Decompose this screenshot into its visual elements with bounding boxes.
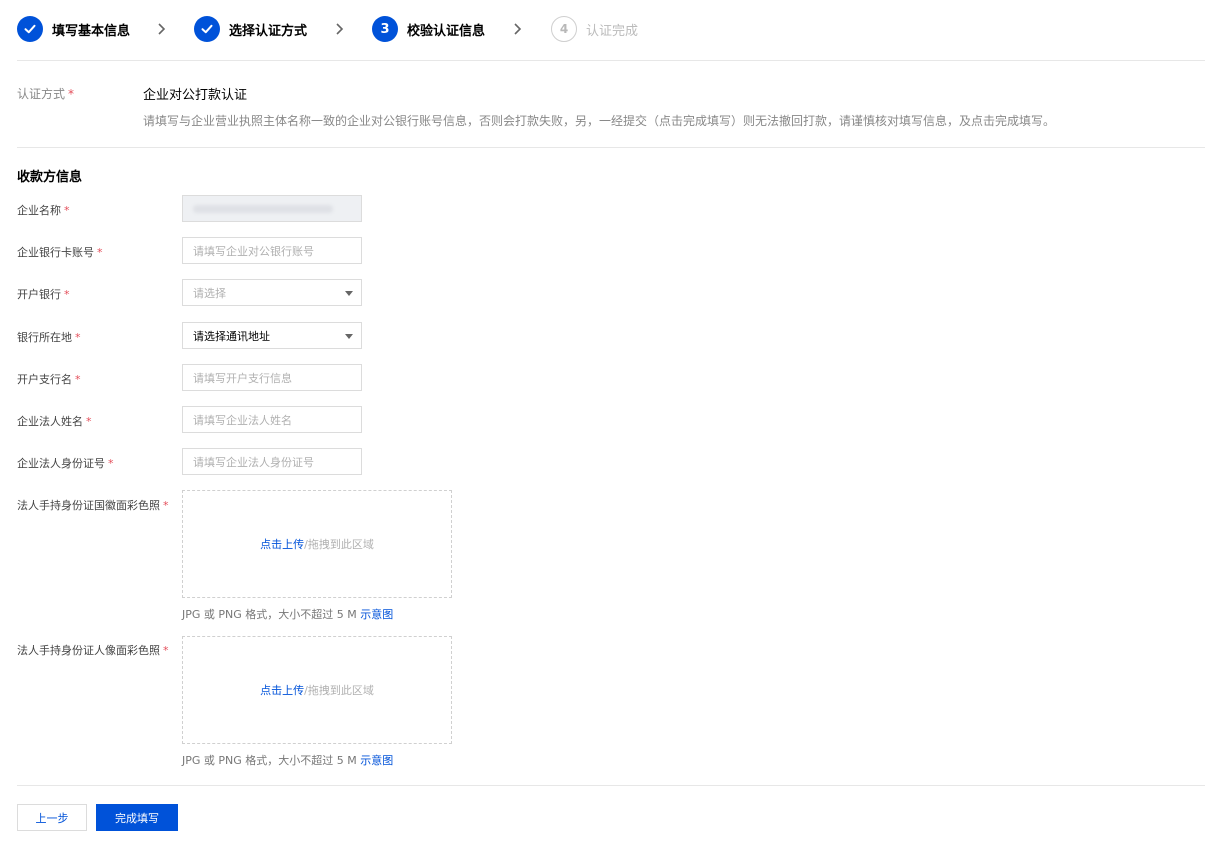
auth-method-label: 认证方式 * [17,87,75,101]
auth-method-value: 企业对公打款认证 [143,88,248,103]
company-name-label: 企业名称 * [17,204,70,217]
chevron-right-icon [158,23,166,35]
check-icon [17,16,43,42]
step-1-label: 填写基本信息 [52,23,131,39]
branch-input[interactable]: 请填写开户支行信息 [182,364,362,391]
submit-button[interactable]: 完成填写 [96,804,178,831]
step-3: 3 校验认证信息 [372,16,485,42]
legal-id-input[interactable]: 请填写企业法人身份证号 [182,448,362,475]
bank-select[interactable]: 请选择 [182,279,362,306]
legal-name-label: 企业法人姓名 * [17,415,92,428]
section-title: 收款方信息 [17,170,83,185]
step-4-label: 认证完成 [586,23,639,39]
legal-name-input[interactable]: 请填写企业法人姓名 [182,406,362,433]
portrait-photo-upload[interactable]: 点击上传/拖拽到此区域 [182,636,452,744]
sample-link[interactable]: 示意图 [360,608,393,621]
chevron-right-icon [514,23,522,35]
check-icon [194,16,220,42]
upload-hint: /拖拽到此区域 [304,684,374,697]
divider [17,147,1205,148]
divider [17,785,1205,786]
prev-step-button[interactable]: 上一步 [17,804,87,831]
step-1: 填写基本信息 [17,16,130,42]
upload-hint: /拖拽到此区域 [304,538,374,551]
caret-down-icon [345,334,353,339]
step-3-number: 3 [372,16,398,42]
sample-link[interactable]: 示意图 [360,754,393,767]
company-name-field [182,195,362,222]
redacted-value [193,204,333,213]
bank-account-input[interactable]: 请填写企业对公银行账号 [182,237,362,264]
upload-tip: JPG 或 PNG 格式，大小不超过 5 M 示意图 [182,754,394,767]
step-4: 4 认证完成 [551,16,638,42]
step-3-label: 校验认证信息 [407,23,486,39]
step-2: 选择认证方式 [194,16,307,42]
portrait-photo-label: 法人手持身份证人像面彩色照 * [17,644,169,657]
branch-label: 开户支行名 * [17,373,81,386]
chevron-right-icon [336,23,344,35]
bank-account-label: 企业银行卡账号 * [17,246,103,259]
bank-location-select[interactable]: 请选择通讯地址 [182,322,362,349]
step-2-label: 选择认证方式 [229,23,308,39]
bank-location-label: 银行所在地 * [17,331,81,344]
step-4-number: 4 [551,16,577,42]
steps-bar: 填写基本信息 选择认证方式 3 校验认证信息 4 认证完成 [17,16,1207,42]
caret-down-icon [345,291,353,296]
legal-id-label: 企业法人身份证号 * [17,457,114,470]
bank-label: 开户银行 * [17,288,70,301]
upload-tip: JPG 或 PNG 格式，大小不超过 5 M 示意图 [182,608,394,621]
emblem-photo-label: 法人手持身份证国徽面彩色照 * [17,499,169,512]
divider [17,60,1205,61]
emblem-photo-upload[interactable]: 点击上传/拖拽到此区域 [182,490,452,598]
upload-link[interactable]: 点击上传 [260,536,304,552]
upload-link[interactable]: 点击上传 [260,682,304,698]
auth-method-description: 请填写与企业营业执照主体名称一致的企业对公银行账号信息，否则会打款失败，另，一经… [143,114,1056,128]
